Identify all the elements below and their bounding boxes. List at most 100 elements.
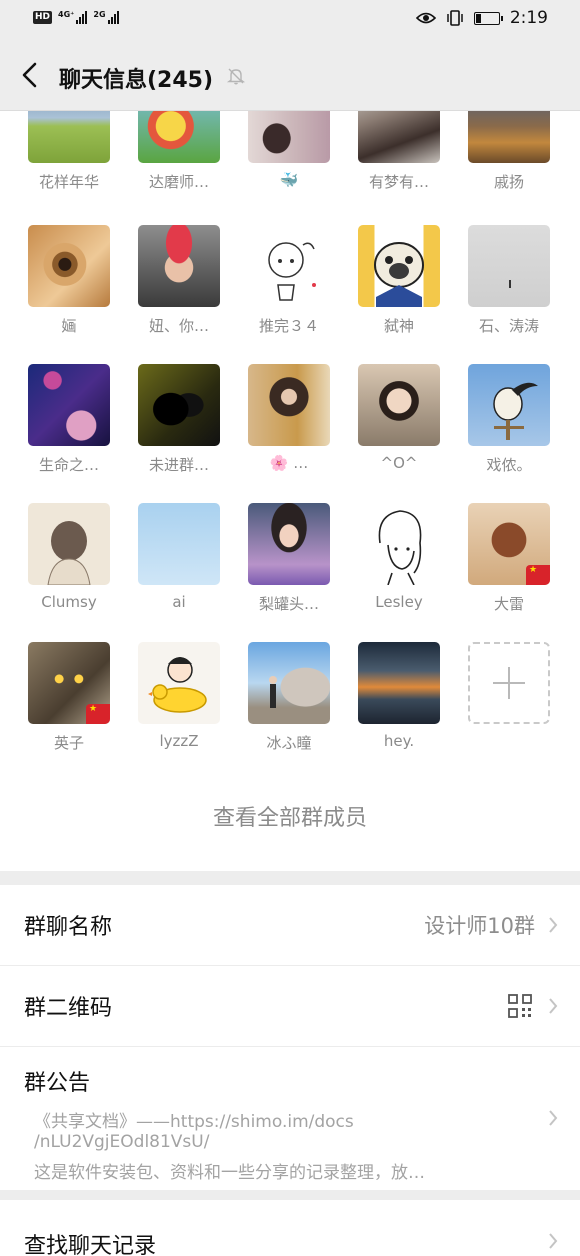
member-name: 未进群… bbox=[148, 456, 209, 474]
signal-icon-1: 4G⁺ bbox=[58, 10, 88, 24]
avatar bbox=[28, 642, 110, 724]
invite-member-item[interactable] bbox=[454, 642, 564, 724]
avatar bbox=[468, 225, 550, 307]
member-item[interactable]: 石、涛涛 bbox=[454, 225, 564, 336]
status-time: 2:19 bbox=[509, 8, 548, 28]
china-flag-badge-icon bbox=[86, 704, 110, 724]
member-item[interactable]: 推完３４ bbox=[234, 225, 344, 336]
member-name: Clumsy bbox=[41, 593, 97, 611]
avatar bbox=[248, 111, 330, 163]
notice-line-3: 这是软件安装包、资料和一些分享的记录整理，放… bbox=[34, 1163, 425, 1183]
member-item[interactable]: 达磨师… bbox=[124, 111, 234, 192]
person-standing-icon bbox=[269, 676, 277, 708]
member-item[interactable]: 🌸 … bbox=[234, 364, 344, 472]
member-name: ^O^ bbox=[380, 454, 418, 472]
bird-cartoon-icon bbox=[493, 382, 538, 440]
group-qr-label: 群二维码 bbox=[24, 996, 113, 1021]
avatar bbox=[138, 503, 220, 585]
network-type-1: 4G⁺ bbox=[58, 10, 75, 19]
search-history-label: 查找聊天记录 bbox=[24, 1234, 157, 1256]
sketch-girl-icon bbox=[268, 242, 316, 301]
avatar bbox=[248, 225, 330, 307]
status-bar: HD 4G⁺ 2G 2:19 bbox=[0, 0, 580, 40]
notice-line-2: /nLU2VgjEOdl81VsU/ bbox=[34, 1132, 210, 1152]
avatar bbox=[358, 503, 440, 585]
status-right: 2:19 bbox=[415, 8, 548, 28]
member-name: 石、涛涛 bbox=[478, 317, 539, 335]
mute-bell-icon bbox=[226, 68, 246, 85]
pug-cartoon-icon bbox=[374, 242, 424, 307]
chevron-right-icon bbox=[549, 917, 558, 933]
avatar bbox=[28, 111, 110, 163]
avatar bbox=[138, 111, 220, 163]
view-all-members-link[interactable]: 查看全部群成员 bbox=[0, 800, 580, 832]
member-item[interactable]: 梨罐头… bbox=[234, 503, 344, 614]
signal-icon-2: 2G bbox=[93, 10, 119, 24]
status-left: HD 4G⁺ 2G bbox=[33, 10, 119, 24]
member-item[interactable]: 大雷 bbox=[454, 503, 564, 614]
chevron-right-icon bbox=[549, 1110, 558, 1126]
eye-icon bbox=[415, 12, 436, 24]
member-item[interactable]: ai bbox=[124, 503, 234, 611]
avatar bbox=[468, 503, 550, 585]
avatar bbox=[468, 111, 550, 163]
avatar bbox=[138, 364, 220, 446]
avatar bbox=[358, 364, 440, 446]
member-item[interactable]: 戏侬。 bbox=[454, 364, 564, 475]
member-name: 弑神 bbox=[383, 317, 414, 335]
group-name-value: 设计师10群 bbox=[424, 914, 535, 938]
member-item[interactable]: 生命之… bbox=[14, 364, 124, 475]
member-item[interactable]: Lesley bbox=[344, 503, 454, 611]
member-item[interactable]: hey. bbox=[344, 642, 454, 750]
vibrate-icon bbox=[447, 10, 463, 26]
member-name: 🐳 bbox=[279, 171, 299, 189]
group-qr-row[interactable]: 群二维码 bbox=[0, 966, 580, 1047]
member-item[interactable]: 🐳 bbox=[234, 111, 344, 189]
member-name: 戏侬。 bbox=[486, 456, 532, 474]
search-history-row[interactable]: 查找聊天记录 bbox=[0, 1200, 580, 1256]
member-name: 冰ふ瞳 bbox=[266, 734, 312, 752]
member-name: Lesley bbox=[375, 593, 423, 611]
member-item[interactable]: Clumsy bbox=[14, 503, 124, 611]
duck-float-cartoon-icon bbox=[148, 657, 207, 713]
settings-group-search: 查找聊天记录 bbox=[0, 1200, 580, 1256]
member-item[interactable]: 妞、你… bbox=[124, 225, 234, 336]
member-name: 英子 bbox=[53, 734, 84, 752]
member-item[interactable]: 婳 bbox=[14, 225, 124, 336]
group-notice-label: 群公告 bbox=[24, 1071, 91, 1096]
chat-info-screen: HD 4G⁺ 2G 2:19 聊天信息(245) 花样年华 达磨师… 🐳 有梦有… bbox=[0, 0, 580, 1256]
member-item[interactable]: 花样年华 bbox=[14, 111, 124, 192]
avatar bbox=[248, 642, 330, 724]
group-name-label: 群聊名称 bbox=[24, 915, 113, 940]
member-item[interactable]: 弑神 bbox=[344, 225, 454, 336]
member-name: 有梦有… bbox=[368, 173, 429, 191]
member-item[interactable]: 戚扬 bbox=[454, 111, 564, 192]
group-notice-row[interactable]: 群公告 《共享文档》——https://shimo.im/docs /nLU2V… bbox=[0, 1047, 580, 1190]
avatar bbox=[248, 364, 330, 446]
avatar bbox=[28, 503, 110, 585]
member-item[interactable]: 冰ふ瞳 bbox=[234, 642, 344, 753]
member-item[interactable]: 英子 bbox=[14, 642, 124, 753]
add-member-button[interactable] bbox=[468, 642, 550, 724]
member-item[interactable]: 有梦有… bbox=[344, 111, 454, 192]
back-arrow-icon[interactable] bbox=[16, 58, 44, 92]
member-name: lyzzZ bbox=[159, 732, 199, 750]
member-item[interactable]: lyzzZ bbox=[124, 642, 234, 750]
member-item[interactable]: ^O^ bbox=[344, 364, 454, 472]
member-name: hey. bbox=[383, 732, 415, 750]
member-name: 达磨师… bbox=[148, 173, 209, 191]
member-name: 婳 bbox=[61, 317, 77, 335]
member-name: 戚扬 bbox=[493, 173, 524, 191]
member-name: 🌸 … bbox=[269, 454, 309, 472]
notice-line-1: 《共享文档》——https://shimo.im/docs bbox=[34, 1112, 354, 1132]
avatar bbox=[248, 503, 330, 585]
hd-badge: HD bbox=[33, 10, 53, 24]
group-name-row[interactable]: 群聊名称 设计师10群 bbox=[0, 885, 580, 966]
member-item[interactable]: 未进群… bbox=[124, 364, 234, 475]
member-name: 推完３４ bbox=[258, 317, 319, 335]
member-name: 妞、你… bbox=[148, 317, 209, 335]
girl-back-illustration-icon bbox=[47, 521, 91, 585]
avatar bbox=[28, 364, 110, 446]
member-grid: 花样年华 达磨师… 🐳 有梦有… 戚扬 婳 妞、你… 推完３４ 弑神 石、涛涛 … bbox=[0, 111, 580, 871]
china-flag-badge-icon bbox=[526, 565, 550, 585]
